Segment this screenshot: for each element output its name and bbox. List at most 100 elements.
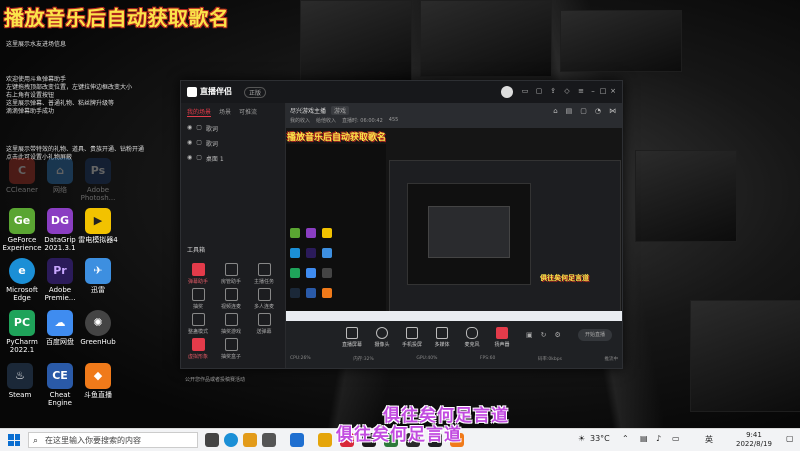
volume-icon[interactable]: ♪ xyxy=(656,434,661,443)
scene-item[interactable]: ◉ ▢ 歌词 xyxy=(181,136,285,151)
desktop-icon-edge[interactable]: e Microsoft Edge xyxy=(2,258,42,302)
desktop-icon-steam[interactable]: ♨ Steam xyxy=(0,363,40,399)
minimize-icon[interactable]: – xyxy=(589,87,597,95)
version-badge[interactable]: 正版 xyxy=(244,87,267,98)
desktop-icon-datagrip[interactable]: DG DataGrip 2021.3.1 xyxy=(40,208,80,252)
eye-icon[interactable]: ◉ xyxy=(187,139,192,148)
weather-temp[interactable]: 33°C xyxy=(590,434,610,443)
record-icon[interactable]: ▣ xyxy=(526,331,533,339)
share-icon[interactable]: ⋈ xyxy=(609,107,616,115)
tool-lottery-box[interactable]: 抽奖盒子 xyxy=(217,338,245,360)
windows-start-icon[interactable] xyxy=(8,434,20,446)
maximize-icon[interactable]: □ xyxy=(599,87,607,95)
desktop-icon-premiere[interactable]: Pr Adobe Premie... xyxy=(40,258,80,302)
scene-panel: 我的场景 场景 可推流 ◉ ▢ 歌词 ◉ ▢ 歌词 ◉ ▢ 桌面 1 工具箱 弹幕助手 房管… xyxy=(181,103,286,383)
bell-icon[interactable]: ◔ xyxy=(595,107,601,115)
speaker-button[interactable]: 扬声器 xyxy=(488,327,516,348)
mail-icon[interactable] xyxy=(290,433,304,447)
tool-room-manager[interactable]: 房管助手 xyxy=(217,263,245,285)
phone-cast-button[interactable]: 手机投屏 xyxy=(398,327,426,348)
desktop-icon-ldplayer[interactable]: ▶ 雷电模拟器4 xyxy=(78,208,118,244)
multi-link-icon xyxy=(257,288,271,301)
screen-capture-button[interactable]: 直播屏幕 xyxy=(338,327,366,348)
wallpaper-pane xyxy=(420,0,552,77)
lock-icon[interactable]: ▢ xyxy=(196,139,202,148)
rotate-icon[interactable]: ↻ xyxy=(541,331,547,339)
phone-icon xyxy=(406,327,418,339)
tab-my-scenes[interactable]: 我的场景 xyxy=(187,107,212,117)
tool-danmu-helper[interactable]: 弹幕助手 xyxy=(184,263,212,285)
store-icon[interactable]: ⌂ xyxy=(553,107,557,115)
camera-button[interactable]: 摄像头 xyxy=(368,327,396,348)
tab-scenes[interactable]: 场景 xyxy=(219,107,231,117)
cheat-engine-icon: CE xyxy=(47,363,73,389)
battery-icon[interactable]: ▭ xyxy=(672,434,680,443)
desktop-icon-photoshop[interactable]: Ps Adobe Photosh... xyxy=(78,158,118,202)
task-view-icon[interactable] xyxy=(205,433,219,447)
desktop-icon-cheat-engine[interactable]: CE Cheat Engine xyxy=(40,363,80,407)
mini-app-icon xyxy=(322,228,332,238)
lock-icon[interactable]: ▢ xyxy=(580,107,587,115)
lock-icon[interactable]: ▢ xyxy=(196,124,202,133)
avatar[interactable] xyxy=(501,86,513,98)
mini-app-icon xyxy=(290,268,300,278)
copy-icon[interactable]: ▤ xyxy=(566,107,573,115)
taskbar-search-input[interactable]: 在这里输入你要搜索的内容 xyxy=(28,432,198,449)
eye-icon[interactable]: ◉ xyxy=(187,154,192,163)
gift-icon[interactable]: ◇ xyxy=(563,87,571,95)
desktop-icon-pycharm[interactable]: PC PyCharm 2022.1 xyxy=(2,310,42,354)
tool-send-danmu[interactable]: 送弹幕 xyxy=(250,313,278,335)
scene-item[interactable]: ◉ ▢ 桌面 1 xyxy=(181,151,285,166)
mini-app-icon xyxy=(322,248,332,258)
edge-icon[interactable] xyxy=(224,433,238,447)
tool-multi-link[interactable]: 多人连麦 xyxy=(250,288,278,310)
room-title[interactable]: 尽兴游戏主播 xyxy=(290,106,326,115)
lottery-icon xyxy=(191,288,205,301)
extra-controls: ▣ ↻ ⚙ xyxy=(526,331,561,339)
tool-anchor-task[interactable]: 主播任务 xyxy=(250,263,278,285)
tool-prank[interactable]: 整蛊模式 xyxy=(184,313,212,335)
eye-icon[interactable]: ◉ xyxy=(187,124,192,133)
chat-icon[interactable]: ▢ xyxy=(535,87,543,95)
tab-streamable[interactable]: 可推流 xyxy=(239,107,257,117)
bottom-tip[interactable]: 公开您作品或者投稿赛活动 xyxy=(185,376,245,383)
tool-video-link[interactable]: 视频连麦 xyxy=(217,288,245,310)
media-button[interactable]: 多媒体 xyxy=(428,327,456,348)
desktop-icon-greenhub[interactable]: ✺ GreenHub xyxy=(78,310,118,346)
stream-preview[interactable]: 播放音乐后自动获取歌名 俱往矣何足言道 xyxy=(286,128,622,323)
lock-icon[interactable]: ▢ xyxy=(196,154,202,163)
desktop-icon-geforce[interactable]: Ge GeForce Experience xyxy=(2,208,42,252)
tool-lottery[interactable]: 抽奖 xyxy=(184,288,212,310)
app-titlebar: 直播伴侣 正版 ▭ ▢ ⇪ ◇ ≡ – □ × xyxy=(181,81,622,103)
video-link-icon xyxy=(224,288,238,301)
menu-icon[interactable]: ≡ xyxy=(577,87,585,95)
nested-window xyxy=(428,206,510,258)
start-live-button[interactable]: 开始直播 xyxy=(578,329,612,341)
tool-lottery-game[interactable]: 抽奖游戏 xyxy=(217,313,245,335)
weather-icon[interactable]: ☀ xyxy=(578,434,585,443)
store-icon[interactable] xyxy=(262,433,276,447)
desktop-icon-baidu-netdisk[interactable]: ☁ 百度网盘 xyxy=(40,310,80,346)
file-explorer-icon[interactable] xyxy=(243,433,257,447)
room-tag[interactable]: 游戏 xyxy=(331,106,350,115)
desktop-icon-network[interactable]: ⌂ 网络 xyxy=(40,158,80,194)
microphone-button[interactable]: 麦克风 xyxy=(458,327,486,348)
ime-indicator[interactable]: 英 xyxy=(705,434,713,445)
close-icon[interactable]: × xyxy=(609,87,617,95)
tool-avatar[interactable]: 虚拟形象 xyxy=(184,338,212,360)
desktop-icon-douyu[interactable]: ◆ 斗鱼直播 xyxy=(78,363,118,399)
app-logo: 直播伴侣 xyxy=(187,86,232,97)
share-icon[interactable]: ⇪ xyxy=(549,87,557,95)
desktop-icon-xunlei[interactable]: ✈ 迅雷 xyxy=(78,258,118,294)
app-icon[interactable] xyxy=(318,433,332,447)
network-icon[interactable]: ▤ xyxy=(640,434,648,443)
desktop-icon-ccleaner[interactable]: C CCleaner xyxy=(2,158,42,194)
tray-chevron-icon[interactable]: ⌃ xyxy=(622,434,629,443)
taskbar-clock[interactable]: 9:41 2022/8/19 xyxy=(736,431,772,449)
settings-icon[interactable]: ⚙ xyxy=(555,331,561,339)
bottom-toolbar: 直播屏幕 摄像头 手机投屏 多媒体 麦克风 扬声器 ▣ ↻ ⚙ 开始直播 CPU… xyxy=(286,321,622,368)
notification-icon[interactable]: ▢ xyxy=(786,434,794,443)
mini-app-icon xyxy=(306,268,316,278)
message-icon[interactable]: ▭ xyxy=(521,87,529,95)
scene-item[interactable]: ◉ ▢ 歌词 xyxy=(181,121,285,136)
